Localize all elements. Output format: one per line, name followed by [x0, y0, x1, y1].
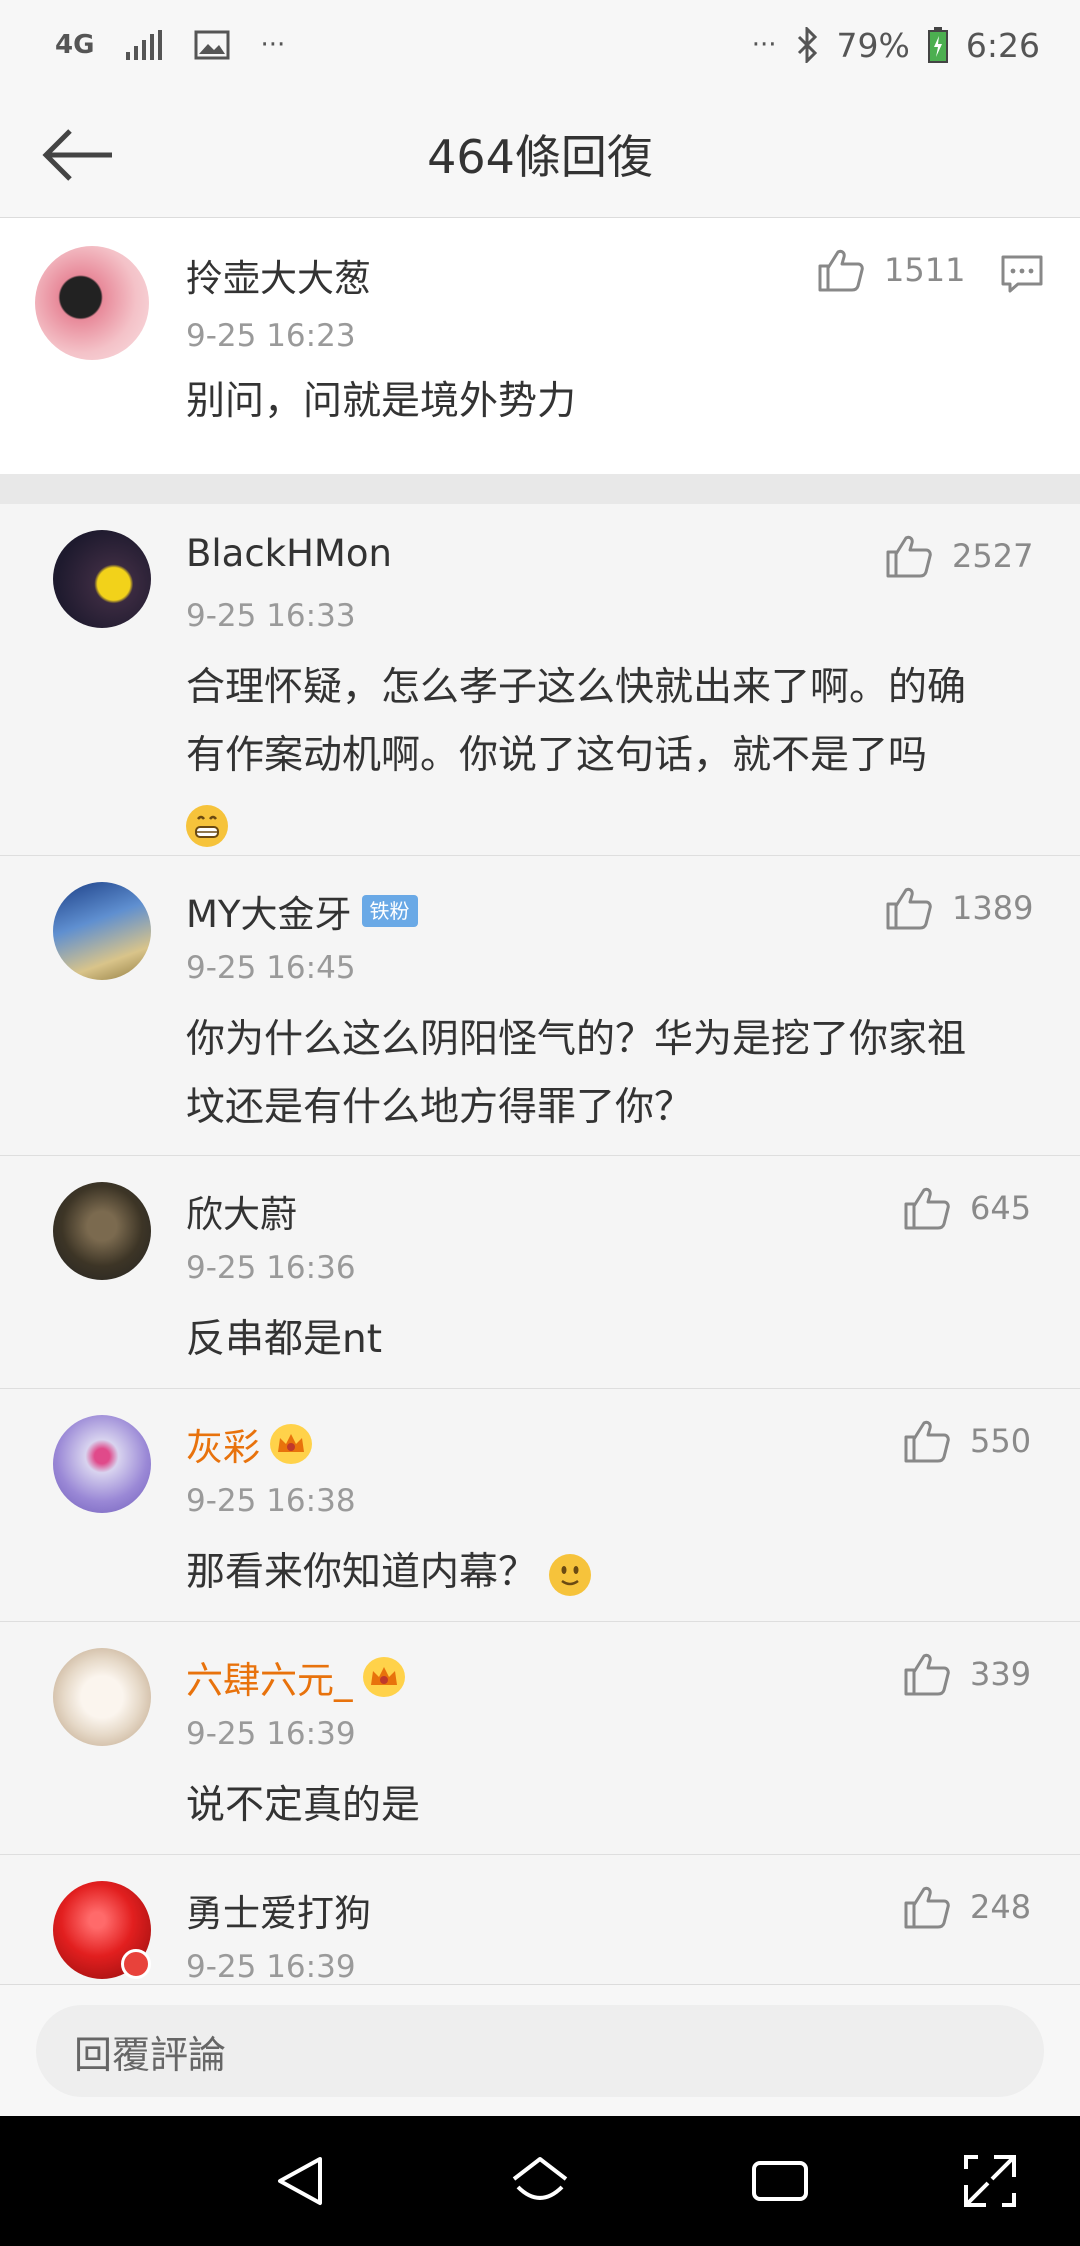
- thumbs-up-icon: [904, 1420, 950, 1463]
- reply-username[interactable]: 灰彩: [186, 1417, 312, 1471]
- avatar[interactable]: [53, 1415, 151, 1513]
- reply-item: MY大金牙 铁粉 9-25 16:45 你为什么这么阴阳怪气的？华为是挖了你家祖…: [0, 856, 1080, 1156]
- like-count: 1389: [952, 889, 1034, 927]
- avatar[interactable]: [53, 1182, 151, 1280]
- like-button[interactable]: 339: [904, 1652, 1031, 1696]
- reply-bar: 回覆評論: [0, 1984, 1080, 2116]
- like-count: 339: [970, 1655, 1032, 1693]
- top-bar: 464條回復: [0, 90, 1080, 218]
- more-notifications-icon: ···: [260, 30, 286, 60]
- reply-username[interactable]: BlackHMon: [186, 532, 392, 575]
- reply-time: 9-25 16:45: [186, 950, 356, 986]
- smile-emoji-icon: [549, 1553, 592, 1596]
- battery-charging-icon: [927, 27, 948, 63]
- reply-text: 说不定真的是: [186, 1783, 421, 1828]
- reply-username[interactable]: 六肆六元_: [186, 1650, 405, 1704]
- reply-username[interactable]: MY大金牙 铁粉: [186, 884, 418, 938]
- like-count: 2527: [952, 537, 1034, 575]
- comment-username[interactable]: 拎壶大大葱: [186, 248, 371, 302]
- avatar[interactable]: [53, 882, 151, 980]
- comment-list[interactable]: 拎壶大大葱 9-25 16:23 别问，问就是境外势力 1511 BlackHM…: [0, 218, 1080, 1984]
- reply-username-text: MY大金牙: [186, 893, 352, 936]
- bluetooth-icon: [795, 27, 819, 63]
- signal-icon: [124, 30, 164, 60]
- thumbs-up-icon: [904, 1187, 950, 1230]
- comment-text: 别问，问就是境外势力: [186, 379, 577, 424]
- clock: 6:26: [965, 25, 1040, 65]
- page-title: 464條回復: [427, 129, 653, 184]
- system-nav-bar: [0, 2116, 1080, 2246]
- reply-text-line: 有作案动机啊。你说了这句话，就不是了吗: [186, 733, 928, 778]
- reply-time: 9-25 16:39: [186, 1949, 356, 1984]
- reply-list: BlackHMon 9-25 16:33 合理怀疑，怎么孝子这么快就出来了啊。的…: [0, 504, 1080, 1984]
- reply-text: 合理怀疑，怎么孝子这么快就出来了啊。的确 有作案动机啊。你说了这句话，就不是了吗: [186, 654, 966, 858]
- status-bar: 4G ··· ··· 79% 6:26: [0, 0, 1080, 90]
- nav-home-button[interactable]: [510, 2151, 570, 2211]
- reply-comment-button[interactable]: [1000, 254, 1044, 298]
- fan-badge: 铁粉: [361, 895, 418, 927]
- like-button[interactable]: 1511: [818, 248, 965, 292]
- like-count: 1511: [884, 251, 966, 289]
- reply-item: 灰彩 9-25 16:38 那看来你知道内幕？ 550: [0, 1389, 1080, 1622]
- nav-back-icon: [278, 2157, 322, 2205]
- reply-time: 9-25 16:39: [186, 1716, 356, 1752]
- nav-recents-icon: [752, 2161, 808, 2201]
- thumbs-up-icon: [904, 1653, 950, 1696]
- reply-username-text: 灰彩: [186, 1426, 260, 1469]
- like-button[interactable]: 645: [904, 1186, 1031, 1230]
- more-status-icon: ···: [751, 30, 777, 60]
- vip-crown-icon: [362, 1657, 405, 1697]
- main-comment: 拎壶大大葱 9-25 16:23 别问，问就是境外势力 1511: [0, 218, 1080, 474]
- reply-time: 9-25 16:33: [186, 598, 356, 634]
- comment-bubble-icon: [1001, 255, 1043, 293]
- reply-text: 你为什么这么阴阳怪气的？华为是挖了你家祖 坟还是有什么地方得罪了你？: [186, 1006, 966, 1142]
- reply-username[interactable]: 勇士爱打狗: [186, 1883, 371, 1937]
- reply-text-content: 那看来你知道内幕？: [186, 1550, 538, 1595]
- nav-back-button[interactable]: [270, 2151, 330, 2211]
- grin-emoji-icon: [186, 804, 228, 847]
- reply-item: BlackHMon 9-25 16:33 合理怀疑，怎么孝子这么快就出来了啊。的…: [0, 504, 1080, 856]
- image-notification-icon: [194, 30, 230, 60]
- thumbs-up-icon: [904, 1886, 950, 1929]
- vip-crown-icon: [270, 1424, 312, 1464]
- avatar[interactable]: [53, 1648, 151, 1746]
- comment-time: 9-25 16:23: [186, 318, 356, 354]
- reply-username-text: 六肆六元_: [186, 1659, 353, 1702]
- like-button[interactable]: 550: [904, 1419, 1031, 1463]
- reply-input[interactable]: 回覆評論: [36, 2005, 1044, 2097]
- reply-time: 9-25 16:36: [186, 1250, 356, 1286]
- avatar[interactable]: [35, 246, 149, 360]
- reply-time: 9-25 16:38: [186, 1483, 356, 1519]
- like-count: 550: [970, 1422, 1032, 1460]
- like-button[interactable]: 2527: [886, 534, 1033, 578]
- reply-item: 欣大蔚 9-25 16:36 反串都是nt 645: [0, 1156, 1080, 1389]
- back-button[interactable]: [40, 120, 120, 190]
- thumbs-up-icon: [886, 887, 932, 930]
- nav-recents-button[interactable]: [750, 2151, 810, 2211]
- like-button[interactable]: 1389: [886, 886, 1033, 930]
- back-arrow-icon: [42, 129, 112, 181]
- battery-percent: 79%: [836, 25, 910, 65]
- reply-item: 六肆六元_ 9-25 16:39 说不定真的是 339: [0, 1622, 1080, 1855]
- like-count: 248: [970, 1888, 1032, 1926]
- avatar[interactable]: [53, 530, 151, 628]
- reply-text-line: 坟还是有什么地方得罪了你？: [186, 1085, 694, 1130]
- network-4g-icon: 4G: [55, 30, 95, 60]
- reply-username[interactable]: 欣大蔚: [186, 1184, 297, 1238]
- section-divider: [0, 474, 1080, 504]
- expand-icon: [964, 2155, 1016, 2207]
- verified-badge-icon: [121, 1949, 151, 1979]
- reply-text: 反串都是nt: [186, 1317, 383, 1362]
- reply-text-line: 合理怀疑，怎么孝子这么快就出来了啊。的确: [186, 665, 967, 710]
- reply-text: 那看来你知道内幕？: [186, 1539, 592, 1607]
- nav-expand-button[interactable]: [960, 2151, 1020, 2211]
- thumbs-up-icon: [818, 249, 864, 292]
- thumbs-up-icon: [886, 535, 932, 578]
- like-count: 645: [970, 1189, 1032, 1227]
- reply-item: 勇士爱打狗 9-25 16:39 248: [0, 1855, 1080, 1984]
- reply-text-line: 你为什么这么阴阳怪气的？华为是挖了你家祖: [186, 1017, 967, 1062]
- nav-home-icon: [512, 2157, 568, 2200]
- like-button[interactable]: 248: [904, 1885, 1031, 1929]
